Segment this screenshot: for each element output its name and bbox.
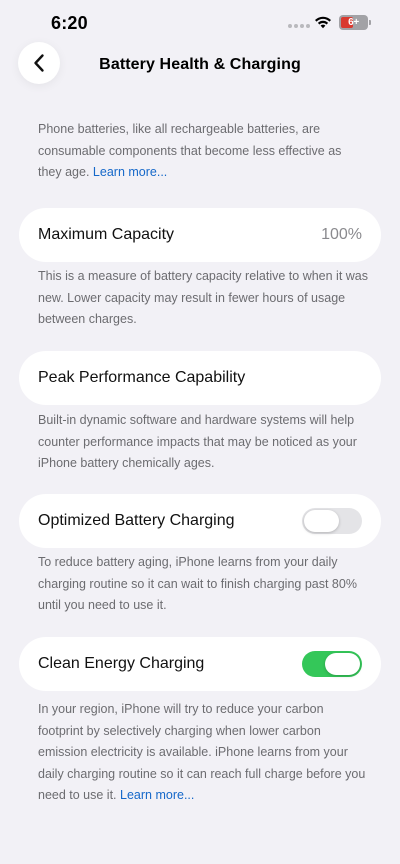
learn-more-link[interactable]: Learn more...	[93, 165, 167, 179]
clean-energy-toggle[interactable]	[302, 651, 362, 677]
page-title: Battery Health & Charging	[99, 56, 301, 73]
toggle-knob	[304, 510, 339, 532]
peak-performance-label: Peak Performance Capability	[38, 369, 246, 386]
clean-energy-learn-more-link[interactable]: Learn more...	[120, 788, 194, 802]
maximum-capacity-note: This is a measure of battery capacity re…	[38, 269, 369, 326]
clean-energy-label: Clean Energy Charging	[38, 655, 205, 672]
optimized-charging-row: Optimized Battery Charging	[19, 494, 381, 548]
battery-tip	[369, 20, 371, 25]
optimized-charging-toggle[interactable]	[302, 508, 362, 534]
wifi-icon	[315, 16, 331, 29]
battery-level-label: 6+	[348, 17, 359, 28]
clean-energy-description: In your region, iPhone will try to reduc…	[38, 702, 366, 802]
intro-text: Phone batteries, like all rechargeable b…	[38, 119, 368, 184]
clean-energy-row: Clean Energy Charging	[19, 637, 381, 691]
battery-icon: 6+	[339, 15, 368, 30]
status-bar: 6:20 6+	[0, 0, 400, 46]
peak-performance-note: Built-in dynamic software and hardware s…	[38, 413, 357, 470]
maximum-capacity-label: Maximum Capacity	[38, 226, 175, 243]
cellular-signal-icon	[288, 24, 310, 30]
intro-description: Phone batteries, like all rechargeable b…	[38, 122, 342, 179]
clean-energy-note: In your region, iPhone will try to reduc…	[38, 699, 368, 807]
maximum-capacity-value: 100%	[321, 226, 362, 243]
maximum-capacity-row: Maximum Capacity 100%	[19, 208, 381, 262]
status-time: 6:20	[51, 13, 88, 33]
optimized-charging-label: Optimized Battery Charging	[38, 512, 235, 529]
peak-performance-row: Peak Performance Capability	[19, 351, 381, 405]
toggle-knob	[325, 653, 360, 675]
optimized-charging-note: To reduce battery aging, iPhone learns f…	[38, 555, 357, 612]
